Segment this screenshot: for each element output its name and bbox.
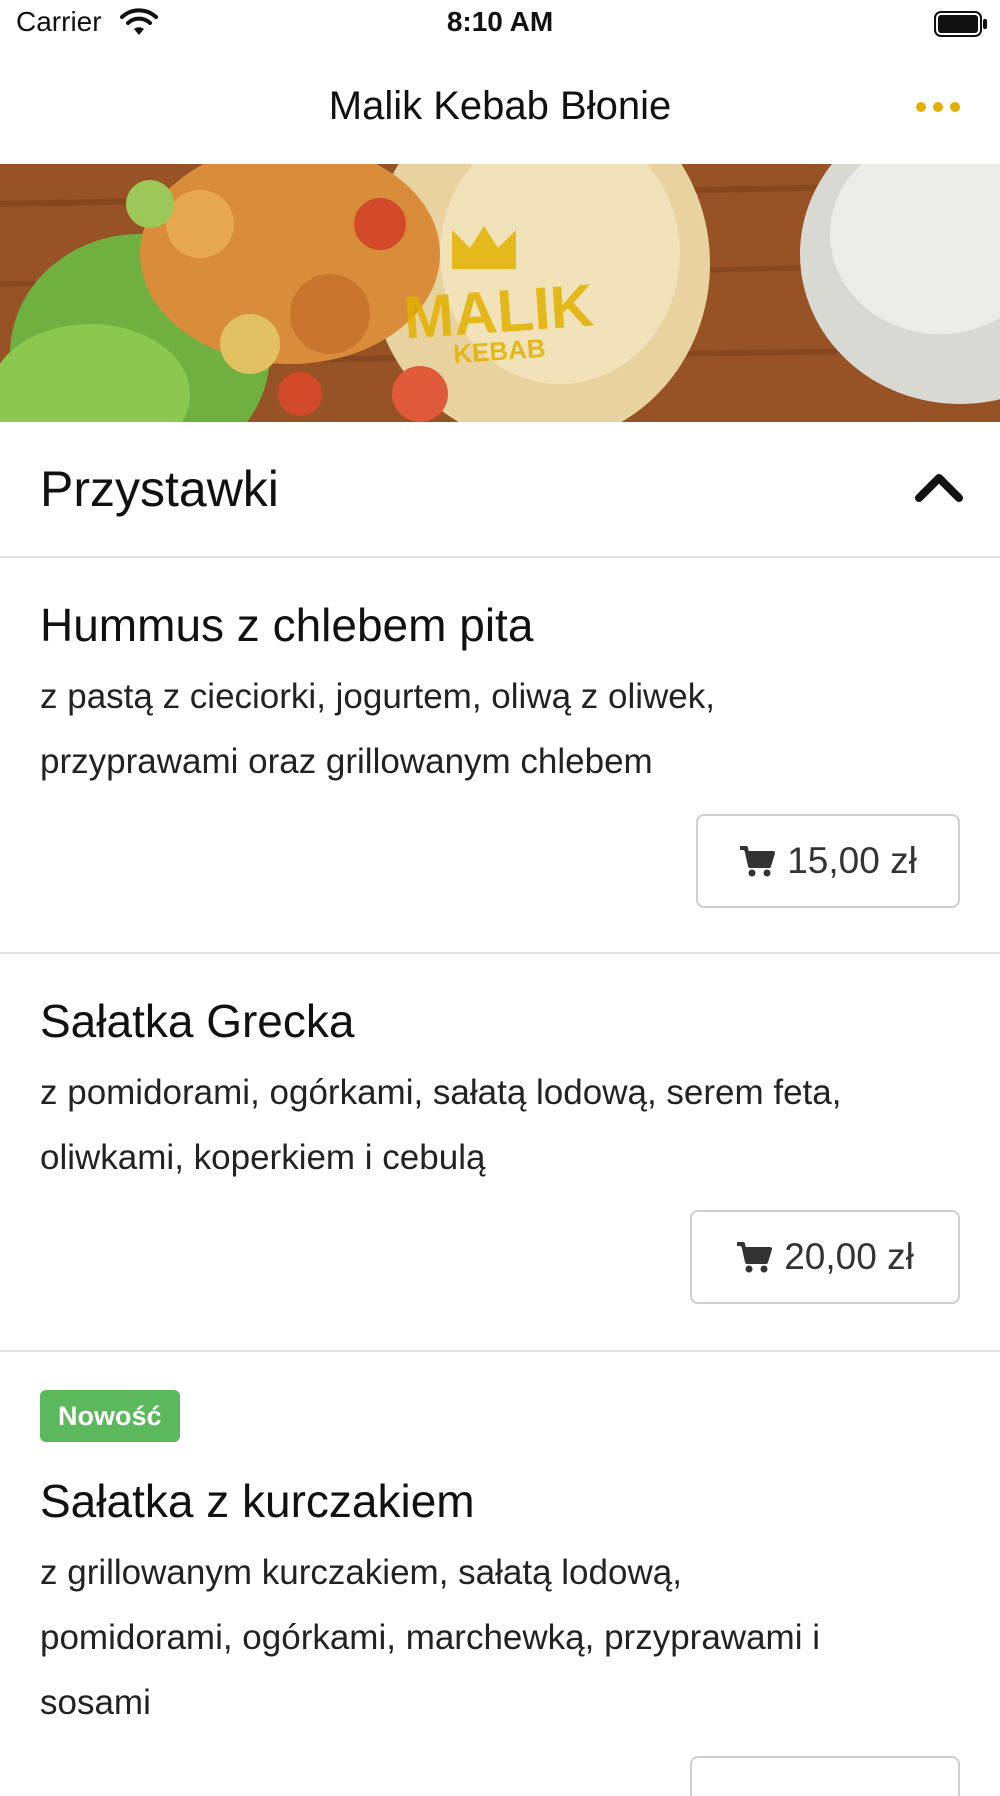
ellipsis-icon	[916, 102, 926, 112]
add-to-cart-button[interactable]: 20,00 zł	[690, 1210, 960, 1304]
category-title: Przystawki	[40, 461, 279, 517]
category-header[interactable]: Przystawki	[0, 422, 1000, 558]
clock: 8:10 AM	[446, 6, 554, 37]
ellipsis-icon	[950, 102, 960, 112]
item-name: Sałatka z kurczakiem	[40, 1475, 475, 1527]
cart-icon	[740, 846, 776, 877]
item-description-line: oliwkami, koperkiem i cebulą	[40, 1138, 486, 1177]
new-badge: Nowość	[40, 1390, 180, 1442]
item-price: 15,00 zł	[787, 840, 917, 881]
item-description: z grillowanym kurczakiem, sałatą lodową,…	[40, 1540, 960, 1735]
menu-item: Hummus z chlebem pita z pastą z cieciork…	[0, 558, 1000, 954]
banner-image: MALIK KEBAB	[0, 164, 1000, 422]
menu-item: Sałatka Grecka z pomidorami, ogórkami, s…	[0, 954, 1000, 1352]
item-description-line: sosami	[40, 1683, 151, 1722]
cart-icon	[737, 1242, 773, 1273]
menu-item: Nowość Sałatka z kurczakiem z grillowany…	[0, 1352, 1000, 1796]
more-options-button[interactable]	[916, 98, 960, 118]
item-description-line: z pastą z cieciorki, jogurtem, oliwą z o…	[40, 677, 715, 716]
item-name: Sałatka Grecka	[40, 995, 355, 1047]
add-to-cart-button[interactable]	[690, 1756, 960, 1796]
item-name: Hummus z chlebem pita	[40, 599, 534, 651]
page-title: Malik Kebab Błonie	[328, 84, 672, 128]
add-to-cart-button[interactable]: 15,00 zł	[696, 814, 960, 908]
item-description-line: przyprawami oraz grillowanym chlebem	[40, 742, 653, 781]
status-bar: Carrier 8:10 AM	[0, 0, 1000, 50]
item-price: 20,00 zł	[784, 1236, 914, 1277]
item-description: z pomidorami, ogórkami, sałatą lodową, s…	[40, 1060, 960, 1190]
restaurant-banner: MALIK KEBAB	[0, 164, 1000, 422]
navigation-bar: Malik Kebab Błonie	[0, 50, 1000, 164]
item-description-line: pomidorami, ogórkami, marchewką, przypra…	[40, 1618, 820, 1657]
ellipsis-icon	[933, 102, 943, 112]
battery-icon	[934, 11, 987, 37]
item-description-line: z pomidorami, ogórkami, sałatą lodową, s…	[40, 1073, 842, 1112]
item-description-line: z grillowanym kurczakiem, sałatą lodową,	[40, 1553, 682, 1592]
chevron-up-icon	[915, 474, 963, 502]
item-description: z pastą z cieciorki, jogurtem, oliwą z o…	[40, 664, 960, 794]
